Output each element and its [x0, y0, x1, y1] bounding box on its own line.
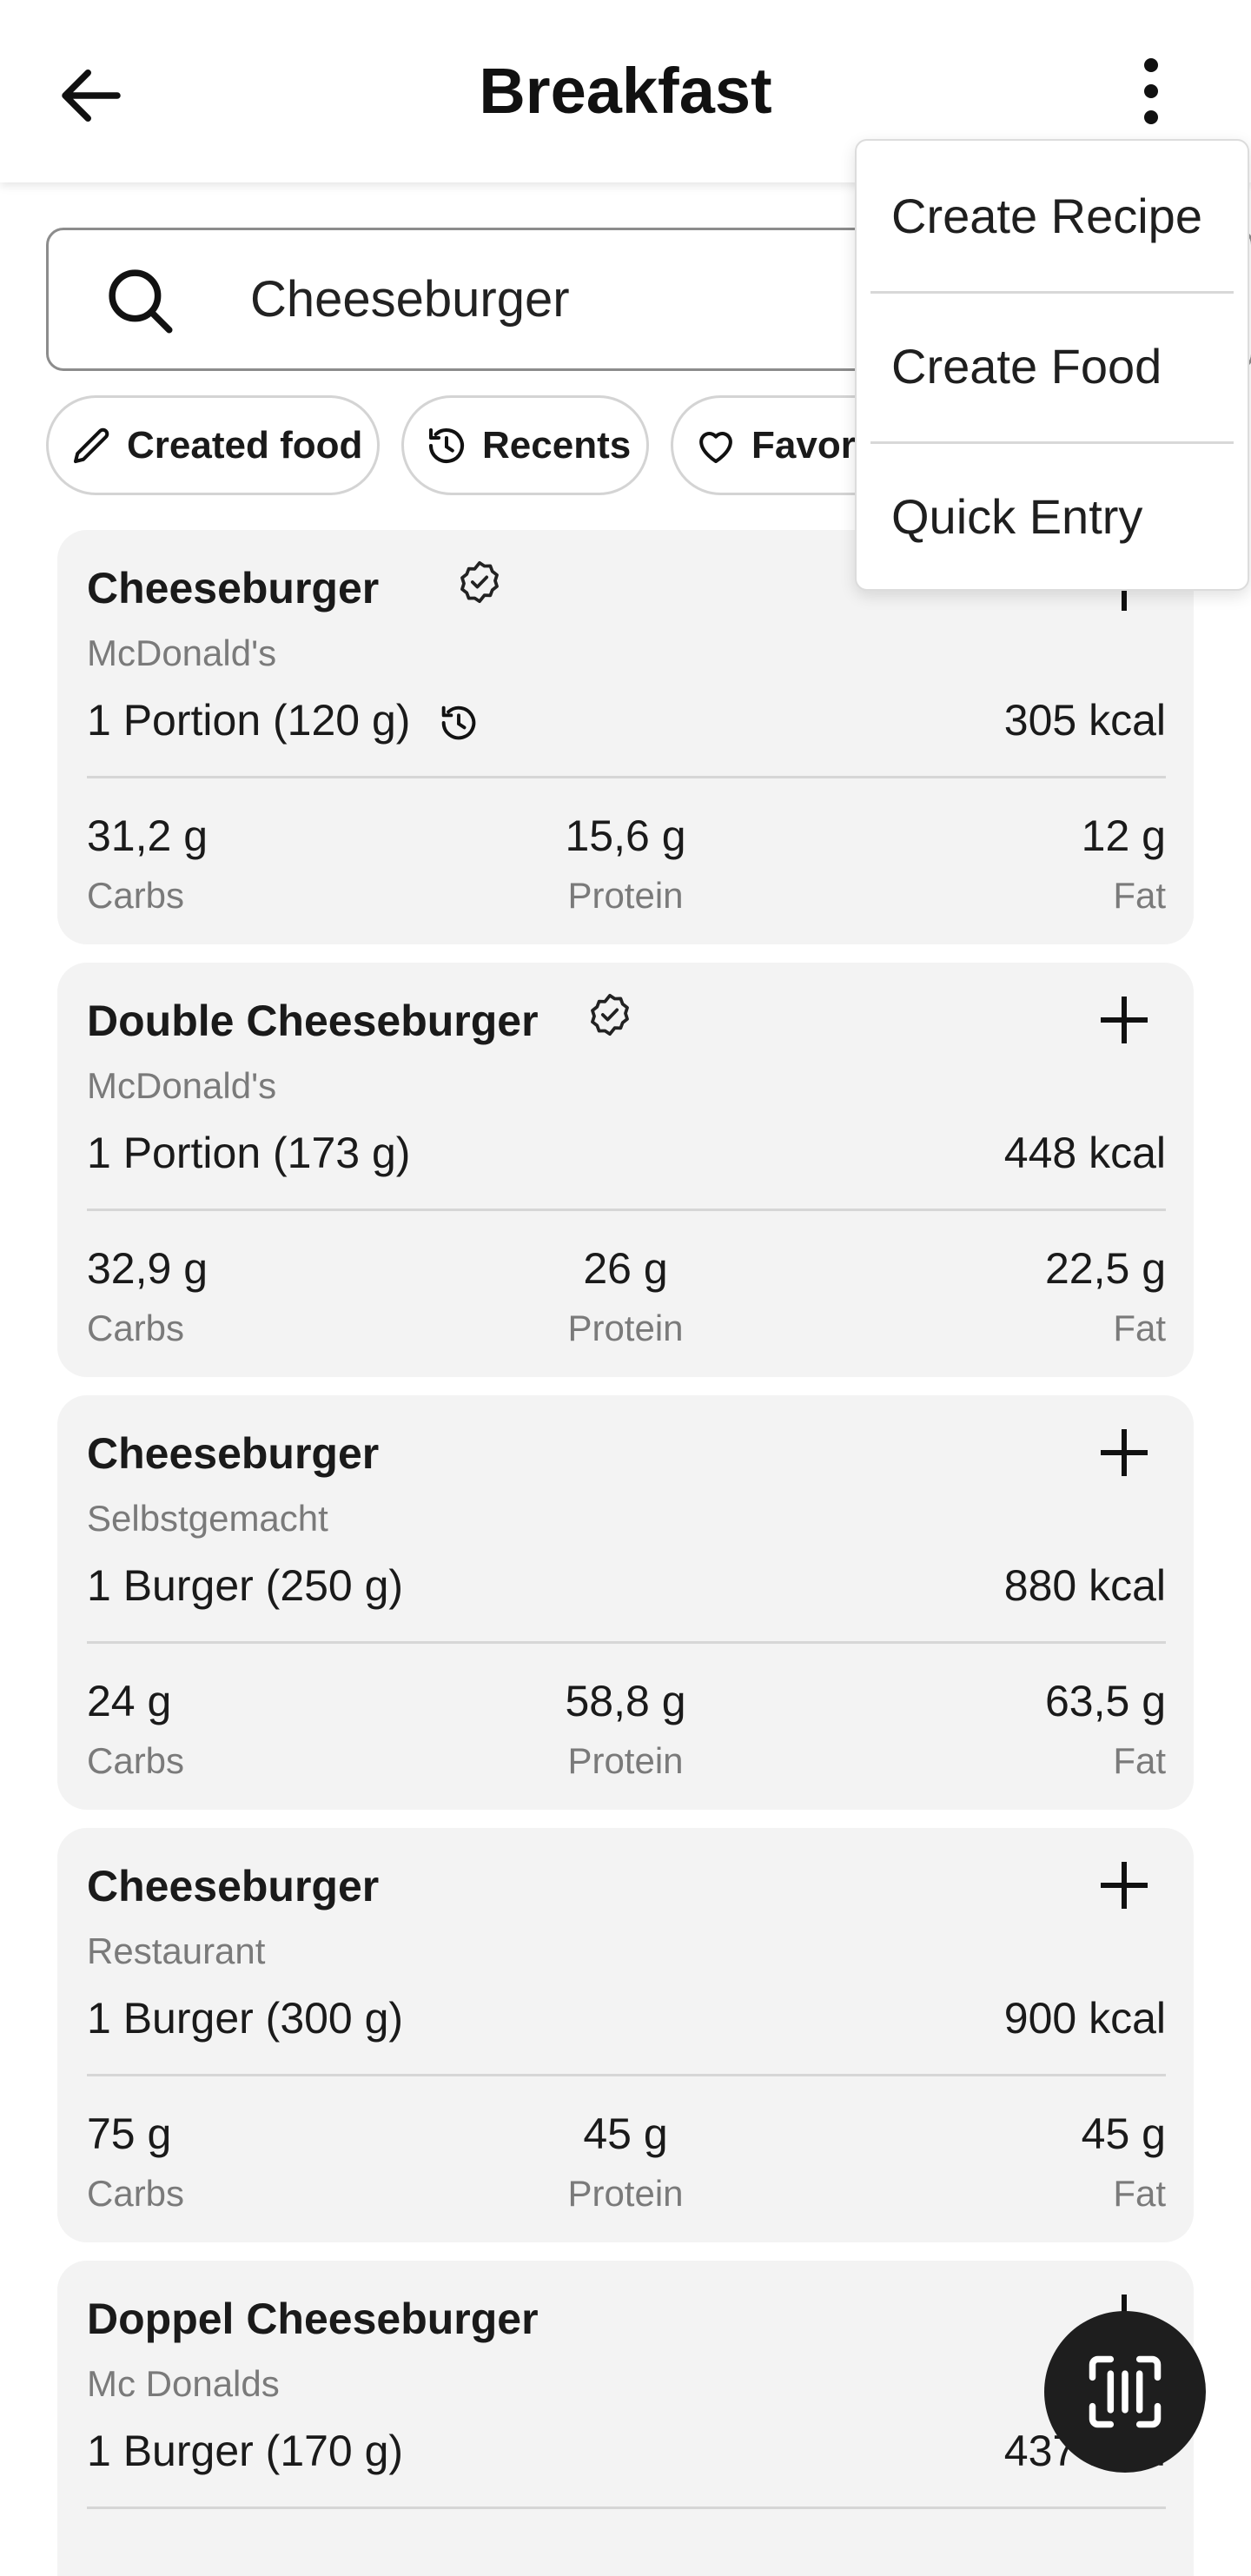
macro-label: Fat: [1113, 1740, 1166, 1781]
food-brand: Mc Donalds: [87, 2363, 280, 2404]
food-serving: 1 Burger (300 g): [87, 1994, 404, 2043]
chip-label: Created food: [127, 423, 363, 467]
food-kcal: 448 kcal: [1003, 1129, 1166, 1177]
menu-item-create-recipe[interactable]: Create Recipe: [857, 141, 1248, 291]
macro-value: 45 g: [1081, 2109, 1166, 2158]
add-icon[interactable]: [1093, 1421, 1155, 1484]
verified-badge-icon: [591, 993, 629, 1036]
pencil-icon: [73, 427, 109, 463]
menu-item-create-food[interactable]: Create Food: [857, 291, 1248, 441]
food-brand: McDonald's: [87, 632, 277, 673]
scan-barcode-button[interactable]: [1044, 2311, 1206, 2473]
food-brand: Selbstgemacht: [87, 1498, 328, 1539]
overflow-menu: Create Recipe Create Food Quick Entry: [855, 139, 1249, 591]
heart-icon: [699, 431, 732, 463]
food-kcal: 880 kcal: [1003, 1561, 1166, 1610]
food-name: Doppel Cheeseburger: [87, 2295, 539, 2343]
macro-protein: 45 g Protein: [57, 2109, 1194, 2215]
food-card[interactable]: Double Cheeseburger McDonald's 1 Portion…: [57, 963, 1194, 1377]
macro-label: Protein: [567, 875, 684, 916]
macro-value: 12 g: [1081, 811, 1166, 860]
macro-label: Protein: [567, 1740, 684, 1781]
barcode-scan-icon: [1089, 2355, 1162, 2428]
add-icon[interactable]: [1093, 989, 1155, 1051]
macro-label: Fat: [1113, 2173, 1166, 2214]
food-card[interactable]: Doppel Cheeseburger Mc Donalds 1 Burger …: [57, 2261, 1194, 2576]
macro-protein: 15,6 g Protein: [57, 811, 1194, 917]
food-kcal: 900 kcal: [1003, 1994, 1166, 2043]
chip-recents[interactable]: Recents: [401, 395, 649, 495]
add-icon[interactable]: [1093, 1854, 1155, 1917]
arrow-left-icon: [62, 70, 121, 122]
food-name: Double Cheeseburger: [87, 997, 539, 1045]
macro-label: Fat: [1113, 1308, 1166, 1348]
macro-value: 58,8 g: [565, 1677, 686, 1725]
macro-protein: 58,8 g Protein: [57, 1676, 1194, 1782]
food-brand: Restaurant: [87, 1930, 266, 1971]
search-icon: [109, 269, 173, 334]
macro-value: 22,5 g: [1044, 1244, 1166, 1293]
macro-value: 45 g: [583, 2109, 668, 2158]
macro-fat: 12 g Fat: [1082, 811, 1166, 917]
macro-fat: 45 g Fat: [1082, 2109, 1166, 2215]
food-brand: McDonald's: [87, 1065, 277, 1106]
divider: [87, 2506, 1166, 2509]
more-vert-icon: [1144, 58, 1158, 124]
macro-label: Protein: [567, 2173, 684, 2214]
food-serving: 1 Portion (173 g): [87, 1129, 411, 1177]
chip-created-food[interactable]: Created food: [46, 395, 380, 495]
macro-value: 26 g: [583, 1244, 668, 1293]
food-name: Cheeseburger: [87, 564, 380, 613]
food-card[interactable]: Cheeseburger Restaurant 1 Burger (300 g)…: [57, 1828, 1194, 2242]
menu-item-quick-entry[interactable]: Quick Entry: [857, 441, 1248, 592]
macro-label: Protein: [567, 1308, 684, 1348]
macro-value: 63,5 g: [1044, 1677, 1166, 1725]
more-options-button[interactable]: [1116, 52, 1186, 130]
food-serving: 1 Portion (120 g): [87, 696, 411, 745]
divider: [87, 2074, 1166, 2076]
divider: [87, 776, 1166, 778]
macro-fat: 22,5 g Fat: [1045, 1243, 1166, 1349]
search-value: Cheeseburger: [250, 271, 570, 328]
food-name: Cheeseburger: [87, 1862, 380, 1910]
food-card[interactable]: Cheeseburger McDonald's 1 Portion (120 g…: [57, 530, 1194, 944]
food-kcal: 305 kcal: [1003, 696, 1166, 745]
macro-label: Fat: [1113, 875, 1166, 916]
food-serving: 1 Burger (250 g): [87, 1561, 404, 1610]
divider: [87, 1641, 1166, 1644]
chip-label: Recents: [482, 423, 632, 467]
macro-fat: 63,5 g Fat: [1045, 1676, 1166, 1782]
food-name: Cheeseburger: [87, 1429, 380, 1478]
history-icon: [428, 427, 465, 463]
divider: [87, 1209, 1166, 1211]
food-card[interactable]: Cheeseburger Selbstgemacht 1 Burger (250…: [57, 1395, 1194, 1810]
macro-value: 15,6 g: [565, 811, 686, 860]
macro-protein: 26 g Protein: [57, 1243, 1194, 1349]
verified-badge-icon: [460, 560, 499, 604]
history-icon: [441, 705, 476, 740]
food-serving: 1 Burger (170 g): [87, 2427, 404, 2475]
back-button[interactable]: [52, 56, 130, 135]
